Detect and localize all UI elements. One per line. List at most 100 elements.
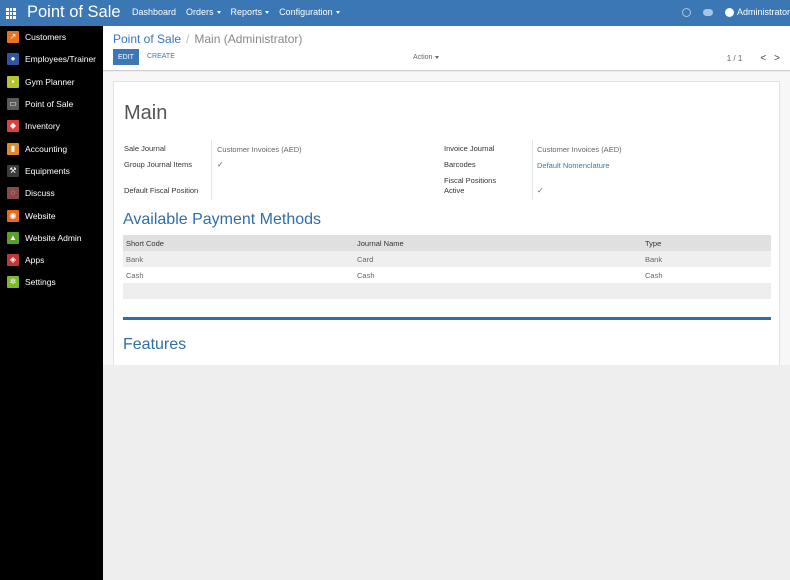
breadcrumb-parent-link[interactable]: Point of Sale — [113, 32, 181, 46]
sidebar-item-equipments[interactable]: ⚒ Equipments — [0, 160, 103, 182]
speech-icon: ◌ — [7, 187, 19, 200]
edit-button[interactable]: EDIT — [113, 49, 139, 65]
sidebar-item-label: Website Admin — [25, 232, 82, 243]
activity-icon[interactable] — [681, 7, 691, 17]
menu-configuration-label: Configuration — [279, 7, 333, 17]
features-title: Features — [123, 336, 187, 353]
lock-icon: ▲ — [7, 231, 19, 244]
action-dropdown[interactable]: Action — [413, 54, 440, 61]
table-empty-row — [123, 283, 771, 299]
cell-type: Bank — [645, 254, 663, 264]
menu-orders-label: Orders — [186, 7, 214, 17]
fiscal-positions-label: Fiscal Positions — [444, 176, 497, 185]
hammer-icon: ⚒ — [7, 164, 19, 177]
invoice-journal-label: Invoice Journal — [444, 144, 495, 153]
avatar[interactable] — [724, 7, 734, 17]
sidebar-item-point-of-sale[interactable]: ▭ Point of Sale — [0, 93, 103, 115]
sidebar-item-label: Point of Sale — [25, 99, 74, 110]
caret-down-icon — [335, 11, 340, 15]
menu-dashboard[interactable]: Dashboard — [132, 7, 176, 17]
fiscal-positions-label-line2: Active — [444, 186, 465, 195]
sidebar-item-employees-trainer[interactable]: ● Employees/Trainer — [0, 48, 103, 70]
menu-configuration[interactable]: Configuration — [279, 7, 340, 17]
pager-value[interactable]: 1 / 1 — [727, 54, 743, 63]
caret-down-icon — [216, 11, 221, 15]
people-icon: ● — [7, 53, 19, 66]
cell-type: Cash — [645, 270, 663, 280]
cell-journal-name: Cash — [357, 270, 375, 280]
cell-journal-name: Card — [357, 254, 374, 264]
user-menu[interactable]: Administrator — [737, 7, 790, 17]
sidebar-item-label: Accounting — [25, 143, 68, 154]
column-header-journal-name[interactable]: Journal Name — [357, 239, 645, 248]
menu-reports[interactable]: Reports — [231, 7, 270, 17]
top-navbar: Point of Sale Dashboard Orders Reports C… — [0, 0, 790, 26]
form-sheet: Main Sale Journal Group Journal Items De… — [113, 81, 780, 365]
sidebar-item-label: Discuss — [25, 188, 55, 199]
record-title: Main — [124, 102, 168, 124]
breadcrumb-current: Main (Administrator) — [194, 32, 303, 46]
sidebar-item-label: Apps — [25, 255, 45, 266]
calendar-icon: ▪ — [7, 75, 19, 88]
field-separator — [532, 140, 533, 200]
chart-icon: ↗ — [7, 31, 19, 44]
pager-previous-button[interactable]: < — [760, 53, 766, 64]
pager: 1 / 1 < > — [727, 53, 780, 64]
barcodes-link[interactable]: Default Nomenclature — [537, 161, 610, 170]
sidebar: ↗ Customers ● Employees/Trainer ▪ Gym Planner… — [0, 26, 103, 580]
apps-grid-icon[interactable] — [6, 8, 16, 19]
payment-methods-title: Available Payment Methods — [123, 211, 322, 228]
barcodes-label: Barcodes — [444, 160, 476, 169]
sidebar-item-label: Settings — [25, 277, 56, 288]
chat-icon[interactable] — [702, 8, 713, 16]
section-divider — [123, 317, 771, 320]
cell-short-code: Cash — [126, 270, 144, 280]
sidebar-item-discuss[interactable]: ◌ Discuss — [0, 182, 103, 204]
box-icon: ◆ — [7, 120, 19, 133]
table-row[interactable]: Cash Cash Cash — [123, 267, 771, 283]
menu-reports-label: Reports — [230, 7, 263, 17]
globe-icon: ◉ — [7, 209, 19, 222]
monitor-icon: ▭ — [7, 98, 19, 111]
sidebar-item-inventory[interactable]: ◆ Inventory — [0, 115, 103, 137]
sidebar-item-label: Equipments — [25, 165, 70, 176]
sale-journal-value[interactable]: Customer Invoices (AED) — [217, 145, 302, 154]
control-panel: Point of Sale / Main (Administrator) EDIT … — [103, 26, 790, 71]
breadcrumb-separator: / — [186, 32, 190, 46]
menu-dashboard-label: Dashboard — [132, 7, 177, 17]
sidebar-item-accounting[interactable]: ▮ Accounting — [0, 137, 103, 159]
group-journal-items-checkbox[interactable]: ✓ — [217, 160, 224, 169]
create-button[interactable]: CREATE — [147, 53, 175, 60]
sidebar-item-label: Website — [25, 210, 56, 221]
menu-orders[interactable]: Orders — [186, 7, 221, 17]
sidebar-item-customers[interactable]: ↗ Customers — [0, 26, 103, 48]
caret-down-icon — [435, 55, 440, 59]
sidebar-item-settings[interactable]: ✲ Settings — [0, 271, 103, 293]
apps-cubes-icon: ◈ — [7, 254, 19, 267]
top-menu: Dashboard Orders Reports Configuration — [132, 7, 350, 17]
caret-down-icon — [265, 11, 270, 15]
invoice-journal-value[interactable]: Customer Invoices (AED) — [537, 145, 622, 154]
sidebar-item-apps[interactable]: ◈ Apps — [0, 249, 103, 271]
systray: Administrator — [681, 7, 790, 17]
gear-icon: ✲ — [7, 276, 19, 289]
table-row[interactable]: Bank Card Bank — [123, 251, 771, 267]
group-journal-items-label: Group Journal Items — [124, 160, 192, 169]
breadcrumb: Point of Sale / Main (Administrator) — [113, 32, 302, 46]
sidebar-item-website[interactable]: ◉ Website — [0, 204, 103, 226]
sidebar-item-label: Employees/Trainer — [25, 54, 97, 65]
sidebar-item-label: Customers — [25, 32, 67, 43]
field-separator — [211, 140, 212, 200]
payment-methods-table: Short Code Journal Name Type Bank Card B… — [123, 235, 771, 299]
column-header-short-code[interactable]: Short Code — [123, 239, 357, 248]
cell-short-code: Bank — [126, 254, 144, 264]
fiscal-positions-checkbox[interactable]: ✓ — [537, 186, 544, 195]
sidebar-item-label: Gym Planner — [25, 76, 75, 87]
column-header-type[interactable]: Type — [645, 239, 771, 248]
sidebar-item-gym-planner[interactable]: ▪ Gym Planner — [0, 71, 103, 93]
ledger-icon: ▮ — [7, 142, 19, 155]
table-header: Short Code Journal Name Type — [123, 235, 771, 251]
pager-next-button[interactable]: > — [774, 53, 780, 64]
sidebar-item-website-admin[interactable]: ▲ Website Admin — [0, 227, 103, 249]
app-title: Point of Sale — [27, 3, 121, 21]
